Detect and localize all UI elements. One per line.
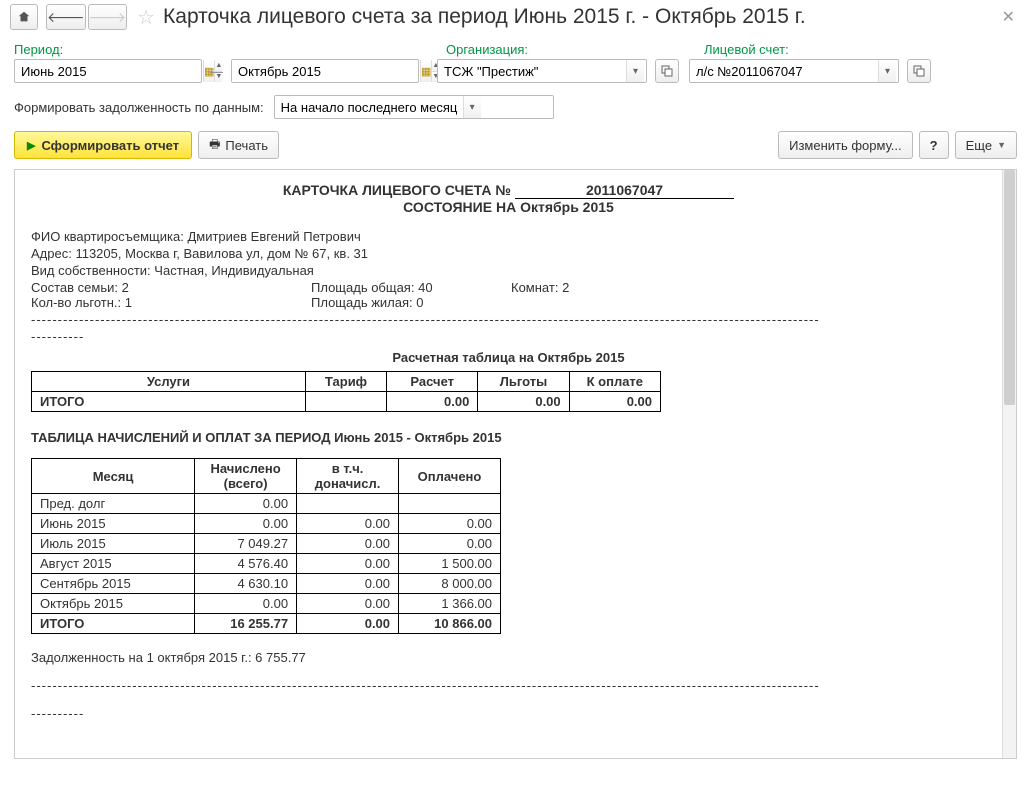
debt-line: Задолженность на 1 октября 2015 г.: 6 75… [31,650,986,665]
calc-table: Услуги Тариф Расчет Льготы К оплате ИТОГ… [31,371,661,412]
range-dash: — [210,64,223,79]
print-button[interactable]: 🖶 Печать [198,131,279,159]
help-button[interactable]: ? [919,131,949,159]
debt-source-select[interactable]: ▾ [274,95,554,119]
tenant-info: ФИО квартиросъемщика: Дмитриев Евгений П… [31,229,986,344]
report-area: КАРТОЧКА ЛИЦЕВОГО СЧЕТА № 2011067047 СОС… [14,169,1017,759]
dropdown-icon[interactable]: ▾ [878,60,896,82]
close-button[interactable]: ✕ [996,7,1021,27]
change-form-button[interactable]: Изменить форму... [778,131,913,159]
report-header: КАРТОЧКА ЛИЦЕВОГО СЧЕТА № 2011067047 [31,182,986,199]
report-status-line: СОСТОЯНИЕ НА Октябрь 2015 [31,199,986,215]
account-label: Лицевой счет: [704,42,789,57]
table-row: Пред. долг0.00 [32,494,501,514]
favorite-star-icon[interactable]: ☆ [137,5,155,30]
generate-report-button[interactable]: ▶ Сформировать отчет [14,131,192,159]
table-row: Август 20154 576.400.001 500.00 [32,554,501,574]
forward-button[interactable]: 🡒 [88,4,128,30]
debt-source-label: Формировать задолженность по данным: [14,100,264,115]
page-title: Карточка лицевого счета за период Июнь 2… [163,5,806,29]
back-button[interactable]: 🡐 [46,4,86,30]
table-row: Июль 20157 049.270.000.00 [32,534,501,554]
printer-icon: 🖶 [209,135,220,156]
more-button[interactable]: Еще ▼ [955,131,1017,159]
calendar-icon[interactable]: ▦ [420,60,431,82]
play-icon: ▶ [27,139,35,152]
accruals-title: ТАБЛИЦА НАЧИСЛЕНИЙ И ОПЛАТ ЗА ПЕРИОД Июн… [31,430,986,445]
table-row: Сентябрь 20154 630.100.008 000.00 [32,574,501,594]
dropdown-icon[interactable]: ▾ [626,60,644,82]
accruals-table: Месяц Начислено (всего) в т.ч. доначисл.… [31,458,501,634]
dropdown-icon[interactable]: ▾ [463,96,481,118]
calc-table-title: Расчетная таблица на Октябрь 2015 [31,350,986,365]
period-label: Период: [14,42,63,57]
home-button[interactable] [10,4,38,30]
scrollbar-thumb[interactable] [1004,170,1015,405]
table-row: Октябрь 20150.000.001 366.00 [32,594,501,614]
org-open-button[interactable] [655,59,679,83]
org-label: Организация: [446,42,528,57]
chevron-down-icon: ▼ [997,140,1006,150]
period-from-input[interactable]: ▦ ▲▼ [14,59,202,83]
table-row-total: ИТОГО16 255.770.0010 866.00 [32,614,501,634]
org-input[interactable]: ▾ [437,59,647,83]
account-input[interactable]: ▾ [689,59,899,83]
scrollbar[interactable] [1002,170,1016,758]
account-open-button[interactable] [907,59,931,83]
table-row: Июнь 20150.000.000.00 [32,514,501,534]
period-to-input[interactable]: ▦ ▲▼ [231,59,419,83]
